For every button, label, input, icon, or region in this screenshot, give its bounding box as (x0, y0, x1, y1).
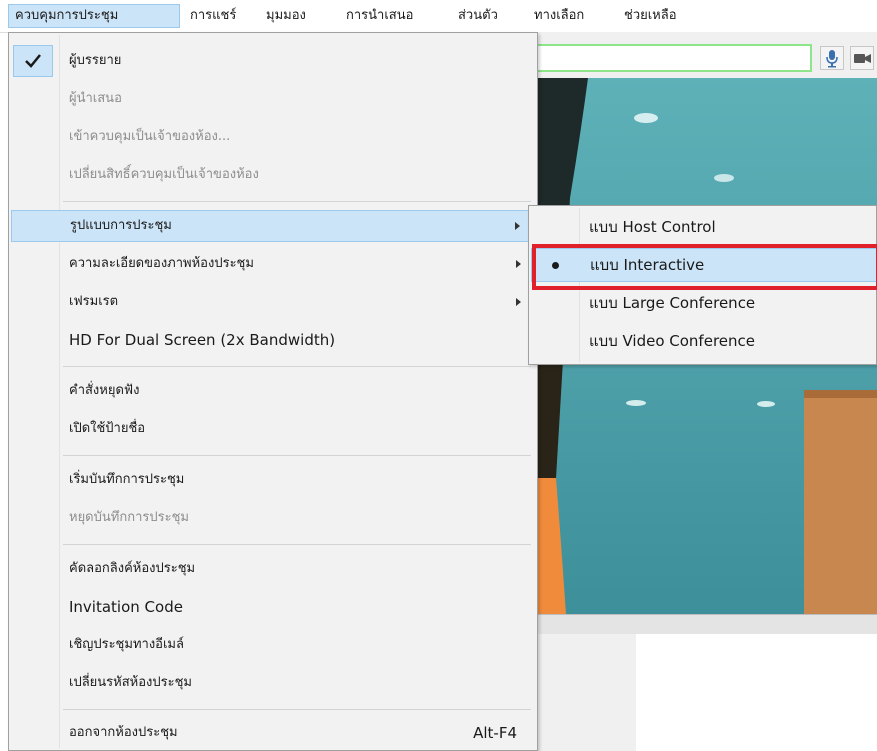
menu-item-frame-rate[interactable]: เฟรมเรต (11, 286, 535, 318)
menu-item-label: เริ่มบันทึกการประชุม (69, 472, 185, 487)
menu-item-label: ผู้นำเสนอ (69, 91, 122, 106)
menu-item-label: HD For Dual Screen (2x Bandwidth) (69, 331, 336, 349)
submenu-item-label: แบบ Video Conference (589, 332, 755, 350)
menu-item-label: เชิญประชุมทางอีเมล์ (69, 637, 184, 652)
menu-separator (63, 709, 531, 710)
menu-options[interactable]: ทางเลือก (528, 4, 590, 28)
camera-button[interactable] (850, 46, 874, 70)
submenu-item-video-conference[interactable]: แบบ Video Conference (531, 324, 877, 358)
menu-meeting-control[interactable]: ควบคุมการประชุม (8, 4, 180, 28)
menu-help[interactable]: ช่วยเหลือ (618, 4, 683, 28)
meeting-control-menu: ผู้บรรยาย ผู้นำเสนอ เข้าควบคุมเป็นเจ้าขอ… (8, 32, 538, 751)
menu-item-transfer-host-control: เปลี่ยนสิทธิ์ควบคุมเป็นเจ้าของห้อง (11, 159, 535, 191)
submenu-item-label: แบบ Large Conference (589, 294, 756, 312)
menu-item-label: เข้าควบคุมเป็นเจ้าของห้อง... (69, 129, 231, 144)
menu-item-label: ความละเอียดของภาพห้องประชุม (69, 256, 254, 271)
menu-item-lecturer: ผู้นำเสนอ (11, 83, 535, 115)
menu-item-label: Invitation Code (69, 598, 183, 616)
video-status-strip (536, 614, 877, 635)
menu-item-label: เฟรมเรต (69, 294, 119, 309)
menu-item-label: หยุดบันทึกการประชุม (69, 510, 189, 525)
menu-separator (63, 366, 531, 367)
menu-item-take-host-control: เข้าควบคุมเป็นเจ้าของห้อง... (11, 121, 535, 153)
menu-item-copy-room-link[interactable]: คัดลอกลิงค์ห้องประชุม (11, 553, 535, 585)
menu-item-label: เปลี่ยนรหัสห้องประชุม (69, 675, 192, 690)
menu-item-label: คำสั่งหยุดฟัง (69, 383, 140, 398)
submenu-item-label: แบบ Host Control (589, 218, 716, 236)
menu-item-label: คัดลอกลิงค์ห้องประชุม (69, 561, 196, 576)
menu-item-invitation-code[interactable]: Invitation Code (11, 591, 535, 623)
menu-item-meeting-mode[interactable]: รูปแบบการประชุม (11, 210, 535, 242)
camera-icon (854, 54, 871, 63)
microphone-button[interactable] (820, 46, 844, 70)
side-panel (536, 634, 636, 751)
menu-item-stop-listening[interactable]: คำสั่งหยุดฟัง (11, 375, 535, 407)
check-icon (13, 45, 53, 77)
content-panel (636, 634, 877, 751)
menu-item-label: ออกจากห้องประชุม (69, 725, 178, 740)
annotation-highlight-box (532, 244, 877, 290)
menu-item-label: รูปแบบการประชุม (70, 218, 172, 233)
menu-item-label: เปิดใช้ป้ายชื่อ (69, 421, 146, 436)
menu-separator (63, 201, 531, 202)
menu-item-label: ผู้บรรยาย (69, 53, 122, 68)
menu-item-label: เปลี่ยนสิทธิ์ควบคุมเป็นเจ้าของห้อง (69, 167, 259, 182)
menu-item-leave-room[interactable]: ออกจากห้องประชุม Alt-F4 (11, 717, 535, 749)
menu-bar: ควบคุมการประชุม การแชร์ มุมมอง การนำเสนอ… (0, 0, 877, 33)
menu-personal[interactable]: ส่วนตัว (452, 4, 504, 28)
menu-item-presenter[interactable]: ผู้บรรยาย (11, 45, 535, 77)
menu-separator (63, 544, 531, 545)
menu-share[interactable]: การแชร์ (184, 4, 242, 28)
submenu-item-large-conference[interactable]: แบบ Large Conference (531, 286, 877, 320)
shortcut-label: Alt-F4 (473, 724, 517, 742)
menu-item-invite-by-email[interactable]: เชิญประชุมทางอีเมล์ (11, 629, 535, 661)
menu-separator (63, 455, 531, 456)
menu-presentation[interactable]: การนำเสนอ (340, 4, 419, 28)
menu-item-video-resolution[interactable]: ความละเอียดของภาพห้องประชุม (11, 248, 535, 280)
menu-item-enable-name-tags[interactable]: เปิดใช้ป้ายชื่อ (11, 413, 535, 445)
menu-item-hd-dual-screen[interactable]: HD For Dual Screen (2x Bandwidth) (11, 324, 535, 356)
menu-view[interactable]: มุมมอง (260, 4, 312, 28)
microphone-icon (826, 50, 838, 68)
chat-input[interactable] (526, 44, 812, 72)
submenu-item-host-control[interactable]: แบบ Host Control (531, 210, 877, 244)
menu-item-start-recording[interactable]: เริ่มบันทึกการประชุม (11, 464, 535, 496)
chevron-right-icon (515, 222, 520, 230)
menu-item-change-room-password[interactable]: เปลี่ยนรหัสห้องประชุม (11, 667, 535, 699)
chevron-right-icon (516, 260, 521, 268)
chevron-right-icon (516, 298, 521, 306)
menu-item-stop-recording: หยุดบันทึกการประชุม (11, 502, 535, 534)
